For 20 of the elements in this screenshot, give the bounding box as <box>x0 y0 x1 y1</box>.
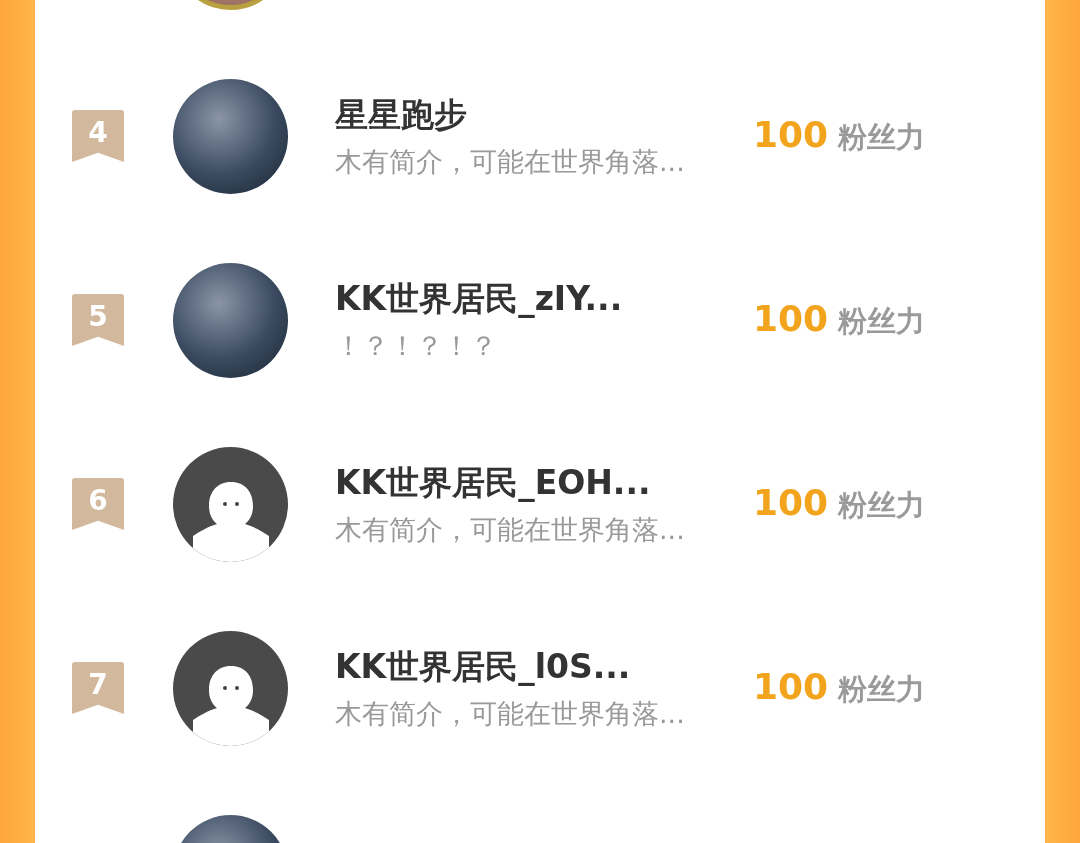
rank-badge: 7 <box>72 662 124 714</box>
user-bio: 木有简介，可能在世界角落... <box>335 512 686 547</box>
fan-score: 100 <box>753 298 829 339</box>
score-unit: 粉丝力 <box>838 487 926 524</box>
score-unit: 粉丝力 <box>838 303 926 340</box>
user-bio: 木有简介，可能在世界角落... <box>335 696 686 731</box>
user-name: KK世界居民_EOH... <box>335 461 652 504</box>
user-bio: 木有简介，可能在世界角落... <box>335 144 686 179</box>
user-name: KK世界居民_zIY... <box>335 277 624 320</box>
rank-badge: 5 <box>72 294 124 346</box>
user-name: KK世界居民_l0S... <box>335 645 632 688</box>
rank-badge: 4 <box>72 110 124 162</box>
score-unit: 粉丝力 <box>838 119 926 156</box>
user-bio: ！？！？！？ <box>335 328 498 363</box>
fan-score: 100 <box>753 114 829 155</box>
fan-score: 100 <box>753 482 829 523</box>
user-name: 星星跑步 <box>335 93 468 136</box>
fan-score: 100 <box>753 666 829 707</box>
score-unit: 粉丝力 <box>838 671 926 708</box>
rank-badge: 6 <box>72 478 124 530</box>
